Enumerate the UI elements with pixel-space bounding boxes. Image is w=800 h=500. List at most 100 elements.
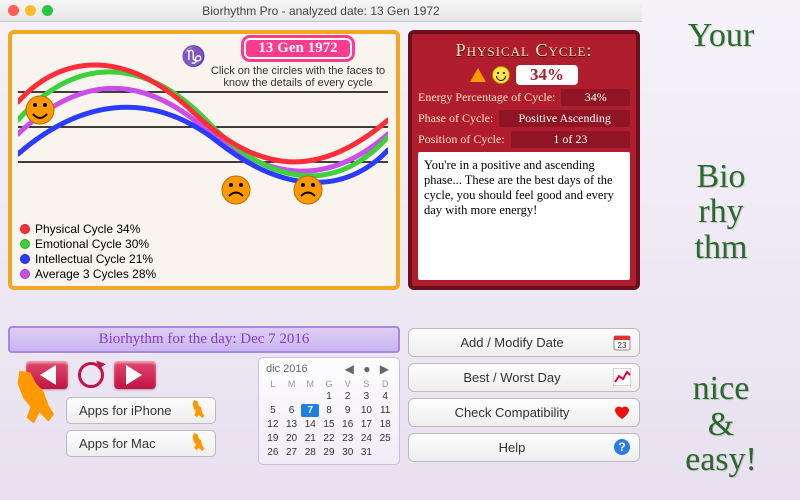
calendar-day[interactable]: 13 bbox=[283, 418, 301, 431]
calendar-day[interactable]: 6 bbox=[283, 404, 301, 417]
legend-intellectual: Intellectual Cycle 21% bbox=[35, 252, 153, 266]
cycle-title: Physical Cycle: bbox=[418, 40, 630, 61]
calendar-day[interactable]: 25 bbox=[376, 432, 394, 445]
cycle-description: You're in a positive and ascending phase… bbox=[418, 152, 630, 280]
calendar-day[interactable]: 26 bbox=[264, 446, 282, 459]
promo-word: Bio bbox=[696, 159, 745, 195]
promo-word: & bbox=[708, 407, 734, 443]
calendar-day[interactable]: 31 bbox=[358, 446, 376, 459]
svg-text:?: ? bbox=[618, 440, 625, 454]
apps-iphone-button[interactable]: Apps for iPhone bbox=[66, 397, 216, 424]
intellectual-face-icon[interactable] bbox=[294, 176, 322, 204]
calendar-day[interactable]: 1 bbox=[320, 390, 338, 403]
promo-word: Your bbox=[688, 18, 754, 54]
calendar-day[interactable]: 5 bbox=[264, 404, 282, 417]
promo-word: nice bbox=[693, 371, 750, 407]
calendar-day[interactable]: 3 bbox=[358, 390, 376, 403]
calendar-weekday: G bbox=[320, 379, 338, 389]
chart-legend: Physical Cycle 34% Emotional Cycle 30% I… bbox=[20, 221, 156, 282]
calendar-month: dic 2016 bbox=[266, 363, 308, 375]
calendar-day[interactable]: 12 bbox=[264, 418, 282, 431]
biorhythm-chart bbox=[18, 42, 388, 212]
calendar-day[interactable]: 19 bbox=[264, 432, 282, 445]
best-worst-day-button[interactable]: Best / Worst Day bbox=[408, 363, 640, 392]
apps-mac-label: Apps for Mac bbox=[79, 436, 156, 451]
calendar-day[interactable]: 8 bbox=[320, 404, 338, 417]
help-label: Help bbox=[499, 440, 526, 455]
calendar-day[interactable]: 9 bbox=[339, 404, 357, 417]
legend-physical: Physical Cycle 34% bbox=[35, 222, 140, 236]
smile-icon bbox=[492, 66, 510, 84]
day-banner: Biorhythm for the day: Dec 7 2016 bbox=[8, 326, 400, 353]
window-titlebar: Biorhythm Pro - analyzed date: 13 Gen 19… bbox=[0, 0, 642, 22]
energy-label: Energy Percentage of Cycle: bbox=[418, 90, 555, 105]
legend-dot-icon bbox=[20, 254, 30, 264]
promo-word: easy! bbox=[685, 442, 757, 478]
calendar-day[interactable]: 28 bbox=[301, 446, 319, 459]
calendar-day[interactable]: 17 bbox=[358, 418, 376, 431]
calendar-weekday: M bbox=[301, 379, 319, 389]
calendar-day[interactable]: 4 bbox=[376, 390, 394, 403]
calendar-weekday: S bbox=[358, 379, 376, 389]
svg-text:23: 23 bbox=[618, 341, 627, 350]
energy-value: 34% bbox=[561, 89, 630, 106]
check-compatibility-button[interactable]: Check Compatibility bbox=[408, 398, 640, 427]
legend-dot-icon bbox=[20, 239, 30, 249]
legend-dot-icon bbox=[20, 269, 30, 279]
calendar-weekday: D bbox=[376, 379, 394, 389]
best-worst-label: Best / Worst Day bbox=[463, 370, 560, 385]
window-title: Biorhythm Pro - analyzed date: 13 Gen 19… bbox=[0, 4, 642, 18]
phase-label: Phase of Cycle: bbox=[418, 111, 493, 126]
position-label: Position of Cycle: bbox=[418, 132, 505, 147]
italy-map-icon bbox=[185, 430, 210, 455]
calendar-day[interactable]: 20 bbox=[283, 432, 301, 445]
cycle-percent: 34% bbox=[516, 65, 578, 85]
next-day-button[interactable] bbox=[114, 361, 156, 389]
calendar-day[interactable]: 16 bbox=[339, 418, 357, 431]
calendar-day[interactable]: 27 bbox=[283, 446, 301, 459]
position-value: 1 of 23 bbox=[511, 131, 630, 148]
promo-word: rhy bbox=[698, 194, 743, 230]
reload-button[interactable] bbox=[78, 362, 104, 388]
calendar-weekday: V bbox=[339, 379, 357, 389]
emotional-face-icon[interactable] bbox=[222, 176, 250, 204]
calendar-day[interactable]: 21 bbox=[301, 432, 319, 445]
calendar-icon: 23 bbox=[613, 333, 631, 351]
legend-emotional: Emotional Cycle 30% bbox=[35, 237, 149, 251]
calendar-day[interactable]: 2 bbox=[339, 390, 357, 403]
legend-average: Average 3 Cycles 28% bbox=[35, 267, 156, 281]
promo-sidebar: Your Bio rhy thm nice & easy! bbox=[642, 0, 800, 500]
help-icon: ? bbox=[613, 438, 631, 456]
calendar-day[interactable]: 7 bbox=[301, 404, 319, 417]
calendar-day[interactable]: 30 bbox=[339, 446, 357, 459]
calendar-day[interactable]: 11 bbox=[376, 404, 394, 417]
phase-value: Positive Ascending bbox=[499, 110, 630, 127]
calendar-weekday: L bbox=[264, 379, 282, 389]
cycle-detail-panel: Physical Cycle: 34% Energy Percentage of… bbox=[408, 30, 640, 290]
calendar-day[interactable]: 15 bbox=[320, 418, 338, 431]
physical-face-icon[interactable] bbox=[26, 96, 54, 124]
italy-map-icon bbox=[12, 367, 56, 447]
calendar-weekday: M bbox=[283, 379, 301, 389]
calendar-day[interactable]: 24 bbox=[358, 432, 376, 445]
calendar-nav[interactable]: ◀ ● ▶ bbox=[345, 362, 392, 376]
calendar-day[interactable]: 23 bbox=[339, 432, 357, 445]
apps-mac-button[interactable]: Apps for Mac bbox=[66, 430, 216, 457]
trend-up-icon bbox=[470, 68, 486, 82]
heart-icon bbox=[613, 403, 631, 421]
calendar-day[interactable]: 22 bbox=[320, 432, 338, 445]
biorhythm-chart-panel: ♑ 13 Gen 1972 Click on the circles with … bbox=[8, 30, 400, 290]
help-button[interactable]: Help ? bbox=[408, 433, 640, 462]
promo-word: thm bbox=[695, 230, 748, 266]
add-modify-date-button[interactable]: Add / Modify Date 23 bbox=[408, 328, 640, 357]
chart-icon bbox=[613, 368, 631, 386]
compat-label: Check Compatibility bbox=[455, 405, 570, 420]
legend-dot-icon bbox=[20, 224, 30, 234]
calendar-day[interactable]: 10 bbox=[358, 404, 376, 417]
calendar[interactable]: dic 2016 ◀ ● ▶ LMMGVSD 12345678910111213… bbox=[258, 357, 400, 465]
add-modify-label: Add / Modify Date bbox=[460, 335, 563, 350]
calendar-day[interactable]: 18 bbox=[376, 418, 394, 431]
calendar-day[interactable]: 29 bbox=[320, 446, 338, 459]
apps-iphone-label: Apps for iPhone bbox=[79, 403, 172, 418]
calendar-day[interactable]: 14 bbox=[301, 418, 319, 431]
